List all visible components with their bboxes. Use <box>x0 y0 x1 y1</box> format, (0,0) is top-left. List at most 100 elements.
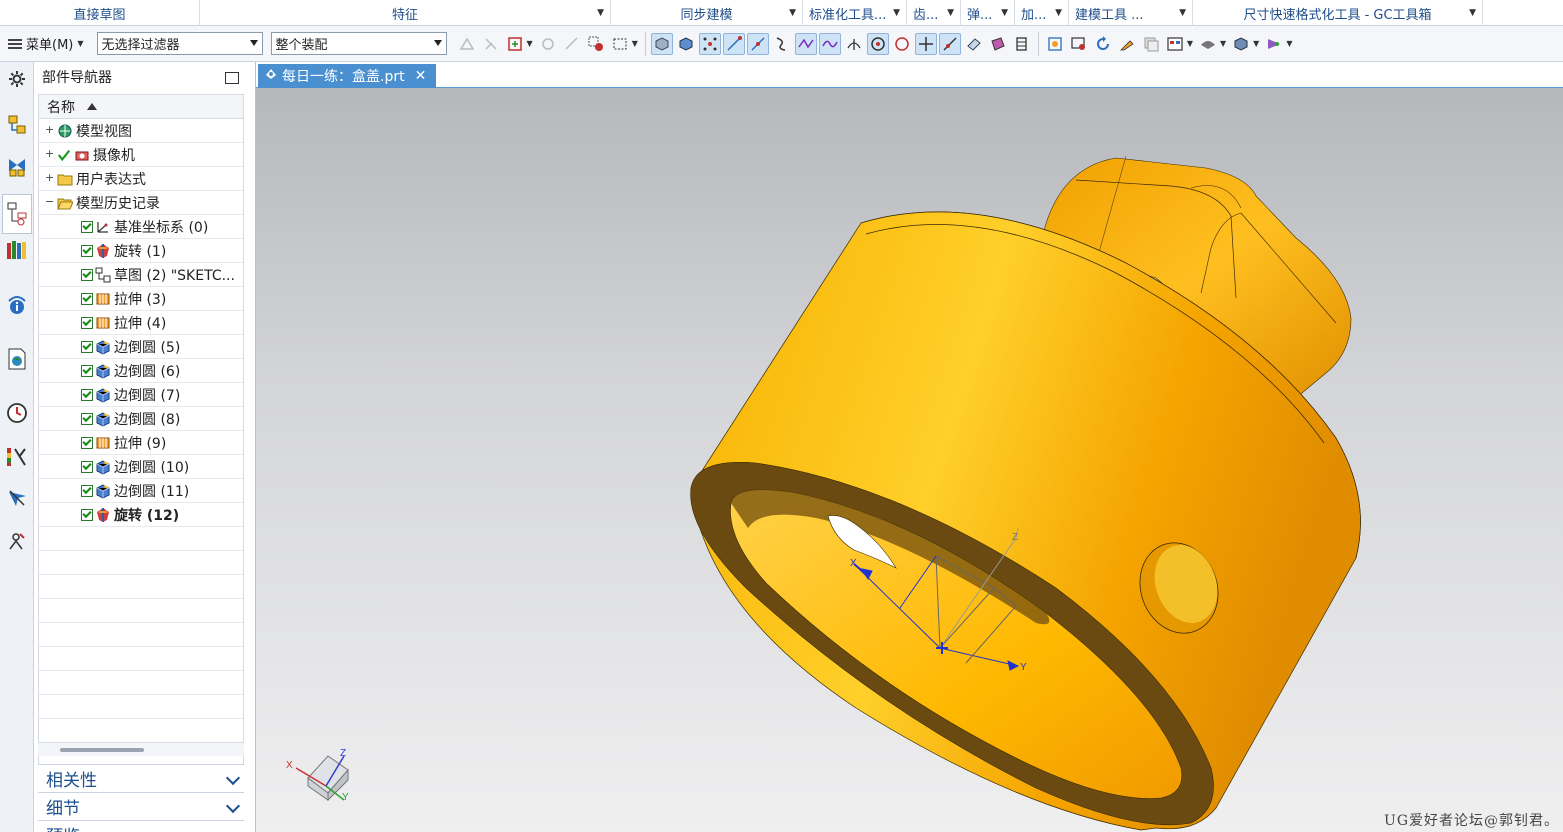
ribbon-group-direct-sketch[interactable]: 直接草图 <box>0 0 200 26</box>
ribbon-group-machining[interactable]: 加... ▼ <box>1015 0 1069 26</box>
chevron-down-icon[interactable]: ▼ <box>1220 39 1226 48</box>
select-feature-icon[interactable] <box>456 33 478 55</box>
tree-node-history-feature[interactable]: 边倒圆 (11) <box>39 479 243 503</box>
snap-curve-icon[interactable] <box>771 33 793 55</box>
menu-button[interactable]: 菜单(M) ▼ <box>0 32 93 56</box>
chevron-down-icon[interactable]: ▼ <box>632 39 638 48</box>
tree-node-history-feature[interactable]: 拉伸 (4) <box>39 311 243 335</box>
display-body-icon[interactable] <box>1230 33 1252 55</box>
visibility-checkbox[interactable] <box>81 436 93 449</box>
web-browser-icon[interactable] <box>4 346 30 372</box>
tree-node-history-feature[interactable]: 边倒圆 (6) <box>39 359 243 383</box>
select-box-icon[interactable] <box>504 33 526 55</box>
snap-endpoint-icon[interactable] <box>722 32 745 55</box>
tree-node-history-feature[interactable]: 草图 (2) "SKETC... <box>39 263 243 287</box>
snap-intersection-icon[interactable] <box>794 32 817 55</box>
shaded-view-icon[interactable] <box>650 32 673 55</box>
selection-filter-dropdown[interactable]: 无选择过滤器 <box>96 32 263 55</box>
chevron-down-icon[interactable]: ▼ <box>947 8 954 18</box>
snap-quadrant-icon[interactable] <box>891 33 913 55</box>
visibility-checkbox[interactable] <box>81 460 93 473</box>
chevron-down-icon[interactable]: ▼ <box>893 8 900 18</box>
tree-horizontal-scrollbar[interactable] <box>38 742 244 756</box>
chevron-down-icon[interactable]: ▼ <box>789 8 796 18</box>
snap-face-icon[interactable] <box>963 33 985 55</box>
assembly-navigator-icon[interactable] <box>4 112 30 138</box>
rectangle-select-icon[interactable] <box>609 33 631 55</box>
chevron-down-icon[interactable]: ▼ <box>1469 8 1476 18</box>
constraint-navigator-icon[interactable] <box>4 154 30 180</box>
tree-node-history-feature[interactable]: 拉伸 (3) <box>39 287 243 311</box>
part-navigator-tree[interactable]: 名称 + 模型视图 + 摄像机 + 用户表达式 − 模型历史记录 基准坐标系 (… <box>38 94 244 820</box>
pan-view-icon[interactable] <box>1116 33 1138 55</box>
tree-node-history-feature[interactable]: 旋转 (12) <box>39 503 243 527</box>
expand-plus-icon[interactable]: + <box>45 148 54 159</box>
ribbon-group-feature[interactable]: 特征 ▼ <box>200 0 611 26</box>
chevron-down-icon[interactable]: ▼ <box>527 39 533 48</box>
snap-center-icon[interactable] <box>866 32 889 55</box>
zoom-view-icon[interactable] <box>1068 33 1090 55</box>
expand-plus-icon[interactable]: + <box>45 172 54 183</box>
fit-view-icon[interactable] <box>1044 33 1066 55</box>
visibility-checkbox[interactable] <box>81 268 93 281</box>
visibility-checkbox[interactable] <box>81 316 93 329</box>
snap-surface-icon[interactable] <box>987 33 1009 55</box>
chevron-down-icon[interactable]: ▼ <box>1001 8 1008 18</box>
visibility-checkbox[interactable] <box>81 508 93 521</box>
chevron-down-icon[interactable]: ▼ <box>1286 39 1292 48</box>
close-icon[interactable]: ✕ <box>415 68 427 84</box>
tree-node-history-feature[interactable]: 边倒圆 (7) <box>39 383 243 407</box>
reuse-library-icon[interactable] <box>4 238 30 264</box>
roles-icon[interactable] <box>4 486 30 512</box>
maximize-icon[interactable] <box>225 72 239 84</box>
view-layer-icon[interactable] <box>1140 33 1162 55</box>
visibility-checkbox[interactable] <box>81 220 93 233</box>
chevron-down-icon[interactable]: ▼ <box>1187 39 1193 48</box>
render-style-icon[interactable] <box>1197 33 1219 55</box>
snap-midpoint-icon[interactable] <box>746 32 769 55</box>
snap-gray2-icon[interactable] <box>561 33 583 55</box>
visibility-checkbox[interactable] <box>81 484 93 497</box>
snap-tangent-icon[interactable] <box>843 33 865 55</box>
part-navigator-icon[interactable] <box>2 194 32 234</box>
ribbon-group-spring[interactable]: 弹... ▼ <box>961 0 1015 26</box>
chevron-down-icon[interactable]: ▼ <box>1055 8 1062 18</box>
select-lasso-icon[interactable] <box>585 33 607 55</box>
tree-node-cameras[interactable]: + 摄像机 <box>39 143 243 167</box>
graphics-viewport[interactable]: X Y Z X Z Y UG爱好者论坛@郭钊君。 <box>256 88 1563 832</box>
tree-node-history-feature[interactable]: 边倒圆 (8) <box>39 407 243 431</box>
visibility-checkbox[interactable] <box>81 412 93 425</box>
edit-object-display-icon[interactable] <box>1263 33 1285 55</box>
ribbon-group-modeling-tools[interactable]: 建模工具 ... ▼ <box>1069 0 1193 26</box>
visibility-checkbox[interactable] <box>81 388 93 401</box>
process-studio-icon[interactable] <box>4 528 30 554</box>
snap-on-curve-icon[interactable] <box>938 32 961 55</box>
gear-icon[interactable] <box>4 66 30 92</box>
ribbon-group-sync-modeling[interactable]: 同步建模 ▼ <box>611 0 803 26</box>
tree-node-history-feature[interactable]: 边倒圆 (10) <box>39 455 243 479</box>
scrollbar-thumb[interactable] <box>60 748 144 752</box>
snap-gray-icon[interactable] <box>537 33 559 55</box>
tree-node-model-history[interactable]: − 模型历史记录 <box>39 191 243 215</box>
history-clock-icon[interactable] <box>4 400 30 426</box>
collapse-minus-icon[interactable]: − <box>45 196 54 207</box>
info-icon[interactable] <box>4 292 30 318</box>
view-triad[interactable] <box>295 755 349 802</box>
select-gray-icon[interactable] <box>480 33 502 55</box>
tree-node-history-feature[interactable]: 基准坐标系 (0) <box>39 215 243 239</box>
snap-cross-icon[interactable] <box>914 32 937 55</box>
ribbon-group-gear[interactable]: 齿... ▼ <box>907 0 961 26</box>
tree-node-history-feature[interactable]: 边倒圆 (5) <box>39 335 243 359</box>
tab-part-file[interactable]: 每日一练：盒盖.prt ✕ <box>258 64 436 88</box>
chevron-down-icon[interactable]: ▼ <box>597 8 604 18</box>
ribbon-group-gc-toolbox[interactable]: 尺寸快速格式化工具 - GC工具箱 ▼ <box>1193 0 1483 26</box>
system-scene-icon[interactable] <box>4 444 30 470</box>
tree-node-user-expressions[interactable]: + 用户表达式 <box>39 167 243 191</box>
selection-scope-dropdown[interactable]: 整个装配 <box>270 32 447 55</box>
tree-node-history-feature[interactable]: 旋转 (1) <box>39 239 243 263</box>
visibility-checkbox[interactable] <box>81 292 93 305</box>
chevron-down-icon[interactable]: ▼ <box>1253 39 1259 48</box>
tree-node-model-views[interactable]: + 模型视图 <box>39 119 243 143</box>
solid-body-icon[interactable] <box>675 33 697 55</box>
visibility-checkbox[interactable] <box>81 340 93 353</box>
